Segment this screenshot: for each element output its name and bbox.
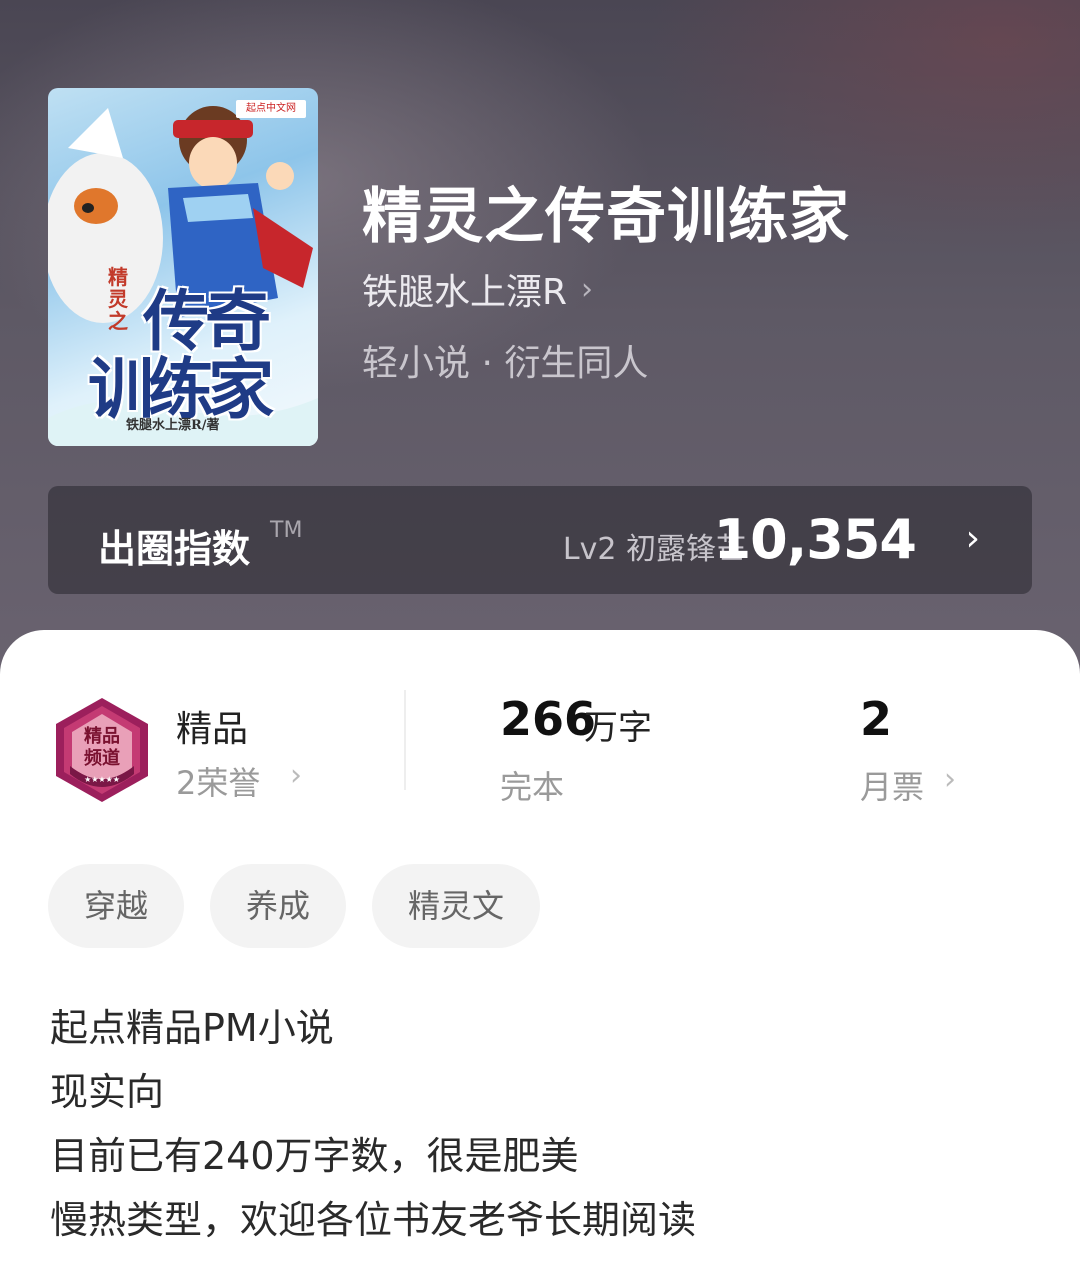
description-line: 慢热类型，欢迎各位书友老爷长期阅读 xyxy=(50,1198,697,1242)
monthly-ticket-link[interactable]: 月票 xyxy=(860,762,924,808)
book-description: 起点精品PM小说 现实向 目前已有240万字数，很是肥美 慢热类型，欢迎各位书友… xyxy=(50,996,696,1252)
tag-list: 穿越 养成 精灵文 xyxy=(48,864,541,948)
completion-status: 完本 xyxy=(500,768,565,806)
tag-chip[interactable]: 养成 xyxy=(210,864,347,948)
book-genre: 轻小说 · 衍生同人 xyxy=(362,343,649,384)
quality-label: 精品 xyxy=(176,709,249,750)
cover-author-credit: 铁腿水上漂R/著 xyxy=(126,418,220,433)
word-count-unit: 万字 xyxy=(584,708,652,748)
chevron-right-icon: › xyxy=(290,758,302,793)
author-name: 铁腿水上漂R xyxy=(362,272,568,313)
book-title: 精灵之传奇训练家 xyxy=(362,182,850,252)
quality-badge-icon[interactable]: 精品 频道 ★★★★★ xyxy=(52,696,152,804)
popularity-index-bar[interactable]: 出圈指数 TM Lv2 初露锋芒 10,354 › xyxy=(48,486,1032,594)
chevron-right-icon: › xyxy=(944,762,956,797)
description-line: 起点精品PM小说 xyxy=(50,1006,334,1050)
badge-stars: ★★★★★ xyxy=(84,775,120,784)
badge-text-bottom: 频道 xyxy=(84,747,120,769)
chevron-right-icon: › xyxy=(581,271,594,307)
author-link[interactable]: 铁腿水上漂R › xyxy=(362,263,593,315)
index-label: 出圈指数 xyxy=(98,527,251,571)
publisher-logo: 起点中文网 xyxy=(236,100,306,118)
description-line: 现实向 xyxy=(50,1070,165,1114)
stat-divider xyxy=(404,690,406,790)
chevron-right-icon: › xyxy=(965,518,980,559)
index-value: 10,354 xyxy=(713,508,917,571)
badge-text-top: 精品 xyxy=(84,725,120,747)
tag-chip[interactable]: 穿越 xyxy=(48,864,185,948)
trademark-mark: TM xyxy=(270,518,303,543)
monthly-ticket-count: 2 xyxy=(860,692,893,746)
word-count-number: 266 xyxy=(500,692,597,746)
cover-small-title: 精灵之 xyxy=(108,265,128,333)
description-line: 目前已有240万字数，很是肥美 xyxy=(50,1134,579,1178)
honors-link[interactable]: 2荣誉 xyxy=(176,758,260,804)
tag-chip[interactable]: 精灵文 xyxy=(372,864,541,948)
book-cover[interactable]: 起点中文网 精灵之 传奇 训练家 铁腿水上漂R/著 xyxy=(48,88,318,446)
